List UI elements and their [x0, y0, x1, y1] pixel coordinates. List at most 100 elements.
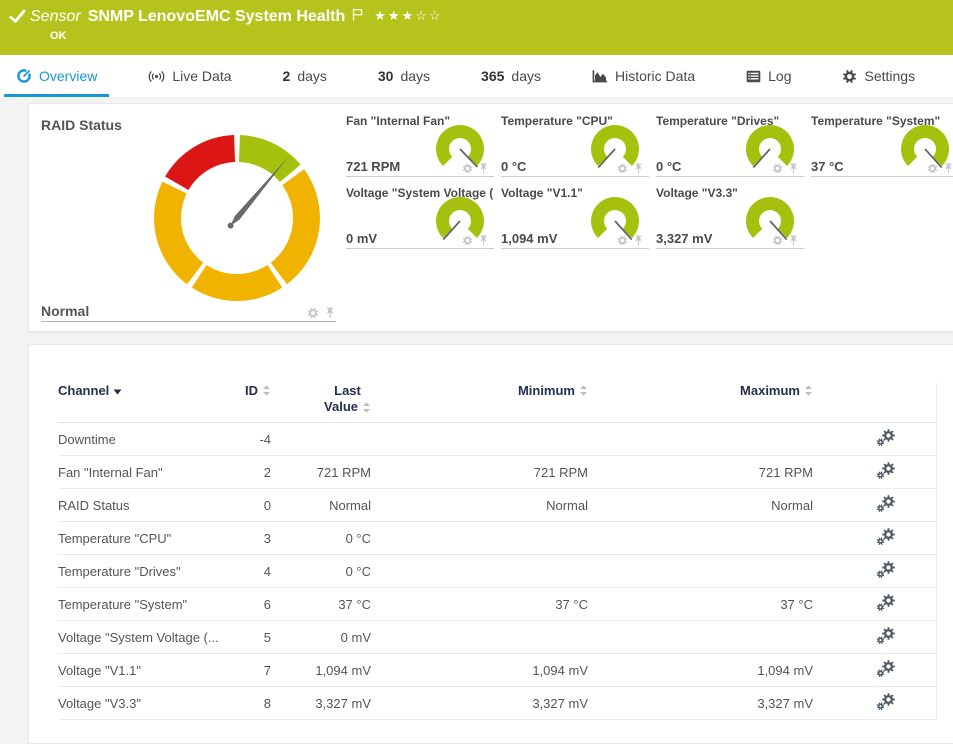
- channel-id-cell: 4: [224, 564, 271, 579]
- channel-settings-gears-icon[interactable]: [876, 462, 896, 480]
- channel-settings-gears-icon[interactable]: [876, 429, 896, 447]
- sensor-header: Sensor SNMP LenovoEMC System Health ★★★☆…: [0, 0, 953, 55]
- pin-icon[interactable]: [788, 163, 799, 174]
- sort-icon: [579, 385, 588, 396]
- channel-id-cell: 2: [224, 465, 271, 480]
- table-row: Voltage "V3.3"83,327 mV3,327 mV3,327 mV: [58, 687, 936, 720]
- gear-icon: [842, 69, 857, 84]
- last-value-cell: 0 mV: [271, 630, 371, 645]
- pin-icon[interactable]: [943, 163, 953, 174]
- column-header-last-value[interactable]: Last Value: [271, 383, 371, 415]
- last-value-cell: 721 RPM: [271, 465, 371, 480]
- minimum-cell: 37 °C: [371, 597, 588, 612]
- flag-icon[interactable]: [352, 8, 363, 26]
- gauge-cell: Voltage "System Voltage (12...0 mV: [346, 185, 494, 249]
- channel-name-cell: Temperature "CPU": [58, 531, 224, 546]
- column-header-maximum[interactable]: Maximum: [588, 383, 813, 398]
- table-row: RAID Status0NormalNormalNormal: [58, 489, 936, 522]
- table-row: Voltage "System Voltage (...50 mV: [58, 621, 936, 654]
- gear-icon[interactable]: [617, 235, 628, 246]
- table-body: Downtime-4 Fan "Internal Fan"2721 RPM721 …: [58, 423, 936, 720]
- channel-name-cell: RAID Status: [58, 498, 224, 513]
- page-title: SNMP LenovoEMC System Health: [88, 7, 346, 27]
- channel-name-cell: Voltage "V1.1": [58, 663, 224, 678]
- tab-log[interactable]: Log: [734, 55, 803, 97]
- gauge-value: 1,094 mV: [501, 231, 557, 246]
- channel-id-cell: 0: [224, 498, 271, 513]
- tab-settings[interactable]: Settings: [830, 55, 927, 97]
- tab-2-days[interactable]: 2 days: [271, 55, 339, 97]
- tab-label: days: [297, 68, 327, 84]
- tab-overview[interactable]: Overview: [4, 55, 109, 97]
- star-filled-icon[interactable]: ★: [374, 8, 388, 23]
- gear-icon[interactable]: [617, 163, 628, 174]
- star-empty-icon[interactable]: ☆: [429, 8, 443, 23]
- last-value-cell: 0 °C: [271, 531, 371, 546]
- gauge-value: 0 °C: [501, 159, 526, 174]
- pin-icon[interactable]: [788, 235, 799, 246]
- maximum-cell: 3,327 mV: [588, 696, 813, 711]
- tab-label: Overview: [39, 68, 97, 84]
- gear-icon[interactable]: [927, 163, 938, 174]
- channel-name-cell: Voltage "V3.3": [58, 696, 224, 711]
- channels-table: Channel ID Last Value Minimum Maximum Do…: [58, 383, 937, 720]
- gear-icon[interactable]: [772, 163, 783, 174]
- maximum-cell: 37 °C: [588, 597, 813, 612]
- channel-name-cell: Downtime: [58, 432, 224, 447]
- pin-icon[interactable]: [478, 235, 489, 246]
- sensor-kind-label: Sensor: [30, 7, 81, 27]
- tab-label: Settings: [864, 68, 915, 84]
- channel-settings-gears-icon[interactable]: [876, 660, 896, 678]
- tab-label: Live Data: [172, 68, 231, 84]
- raid-gauge-icons: [307, 307, 336, 319]
- log-icon: [746, 70, 761, 83]
- gear-icon[interactable]: [462, 235, 473, 246]
- tab-365-days[interactable]: 365days: [469, 55, 553, 97]
- last-value-cell: 3,327 mV: [271, 696, 371, 711]
- gauge-value: 0 mV: [346, 231, 377, 246]
- channel-settings-gears-icon[interactable]: [876, 528, 896, 546]
- channel-name-cell: Voltage "System Voltage (...: [58, 630, 224, 645]
- raid-status-gauge[interactable]: [149, 130, 325, 311]
- gear-icon[interactable]: [772, 235, 783, 246]
- star-filled-icon[interactable]: ★: [388, 8, 402, 23]
- column-header-channel[interactable]: Channel: [58, 383, 224, 398]
- sort-desc-icon: [113, 383, 122, 398]
- gear-icon[interactable]: [462, 163, 473, 174]
- star-empty-icon[interactable]: ☆: [415, 8, 429, 23]
- sort-icon: [362, 402, 371, 413]
- pin-icon[interactable]: [324, 307, 336, 319]
- priority-stars[interactable]: ★★★☆☆: [374, 7, 442, 25]
- channel-settings-gears-icon[interactable]: [876, 627, 896, 645]
- area-chart-icon: [592, 69, 608, 83]
- gauge-icon: [16, 68, 32, 84]
- raid-gauge-value: Normal: [41, 303, 89, 319]
- star-filled-icon[interactable]: ★: [402, 8, 416, 23]
- gauge-cell: Temperature "Drives"0 °C: [656, 113, 804, 177]
- gauge-cell: Voltage "V1.1"1,094 mV: [501, 185, 649, 249]
- broadcast-icon: [148, 69, 165, 84]
- pin-icon[interactable]: [478, 163, 489, 174]
- tab-30-days[interactable]: 30days: [366, 55, 442, 97]
- pin-icon[interactable]: [633, 235, 644, 246]
- tab-number: 2: [283, 68, 291, 84]
- column-header-id[interactable]: ID: [224, 383, 271, 398]
- gauge-cell: Temperature "CPU"0 °C: [501, 113, 649, 177]
- status-badge: OK: [50, 30, 67, 42]
- pin-icon[interactable]: [633, 163, 644, 174]
- channel-settings-gears-icon[interactable]: [876, 693, 896, 711]
- channel-settings-gears-icon[interactable]: [876, 495, 896, 513]
- channel-settings-gears-icon[interactable]: [876, 561, 896, 579]
- channel-settings-gears-icon[interactable]: [876, 594, 896, 612]
- channel-name-cell: Temperature "System": [58, 597, 224, 612]
- gauge-cell: Voltage "V3.3"3,327 mV: [656, 185, 804, 249]
- table-row: Fan "Internal Fan"2721 RPM721 RPM721 RPM: [58, 456, 936, 489]
- tab-live-data[interactable]: Live Data: [136, 55, 243, 97]
- gear-icon[interactable]: [307, 307, 319, 319]
- sort-icon: [262, 385, 271, 396]
- gauge-value: 721 RPM: [346, 159, 400, 174]
- channel-id-cell: -4: [224, 432, 271, 447]
- column-header-minimum[interactable]: Minimum: [371, 383, 588, 398]
- gauge-cell: Fan "Internal Fan"721 RPM: [346, 113, 494, 177]
- tab-historic-data[interactable]: Historic Data: [580, 55, 707, 97]
